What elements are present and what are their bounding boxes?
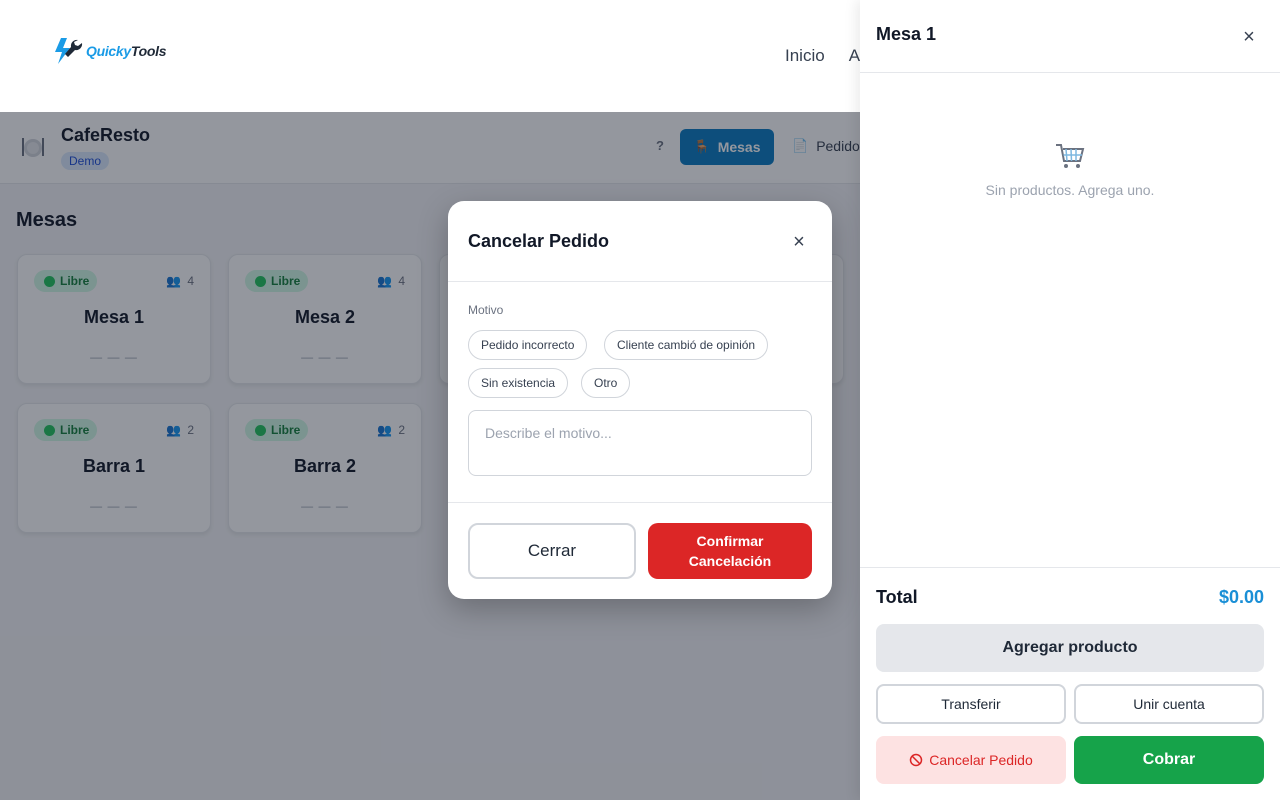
logo-text-secondary: Tools: [130, 43, 167, 59]
reason-chip-cliente-cambio[interactable]: Cliente cambió de opinión: [604, 330, 769, 360]
reason-textarea[interactable]: [468, 410, 812, 476]
reason-chip-sin-existencia[interactable]: Sin existencia: [468, 368, 569, 398]
quickytools-logo[interactable]: QuickyTools: [52, 36, 167, 66]
cancel-order-modal: Cancelar Pedido × Motivo Pedido incorrec…: [448, 201, 832, 599]
nav-links: Inicio A: [785, 46, 860, 66]
merge-bill-button[interactable]: Unir cuenta: [1074, 684, 1264, 724]
reason-chip-pedido-incorrecto[interactable]: Pedido incorrecto: [468, 330, 588, 360]
prohibited-icon: [909, 753, 923, 767]
cancel-order-label: Cancelar Pedido: [929, 752, 1033, 768]
lightning-wrench-icon: [55, 38, 83, 64]
nav-link-a[interactable]: A: [849, 46, 860, 66]
divider: [860, 72, 1280, 73]
empty-cart-message: Sin productos. Agrega uno.: [985, 182, 1155, 198]
reason-chip-otro[interactable]: Otro: [581, 368, 631, 398]
divider: [860, 567, 1280, 568]
motivo-label: Motivo: [468, 303, 504, 317]
divider: [448, 281, 832, 282]
total-label: Total: [876, 587, 918, 607]
confirm-cancel-button[interactable]: Confirmar Cancelación: [648, 523, 812, 579]
shopping-cart-icon: [1056, 144, 1085, 168]
close-button[interactable]: Cerrar: [468, 523, 636, 579]
close-icon[interactable]: ×: [1238, 26, 1260, 48]
charge-button[interactable]: Cobrar: [1074, 736, 1264, 784]
divider: [448, 502, 832, 503]
panel-title: Mesa 1: [876, 24, 937, 44]
order-side-panel: Mesa 1 × Sin productos. Agrega uno. Tota…: [860, 0, 1280, 800]
total-value: $0.00: [1218, 587, 1264, 607]
cancel-order-button[interactable]: Cancelar Pedido: [876, 736, 1066, 784]
nav-link-inicio[interactable]: Inicio: [785, 46, 825, 66]
modal-title: Cancelar Pedido: [468, 231, 610, 251]
close-icon[interactable]: ×: [788, 231, 810, 253]
transfer-button[interactable]: Transferir: [876, 684, 1066, 724]
logo-text-primary: Quicky: [86, 43, 131, 59]
add-product-button[interactable]: Agregar producto: [876, 624, 1264, 672]
